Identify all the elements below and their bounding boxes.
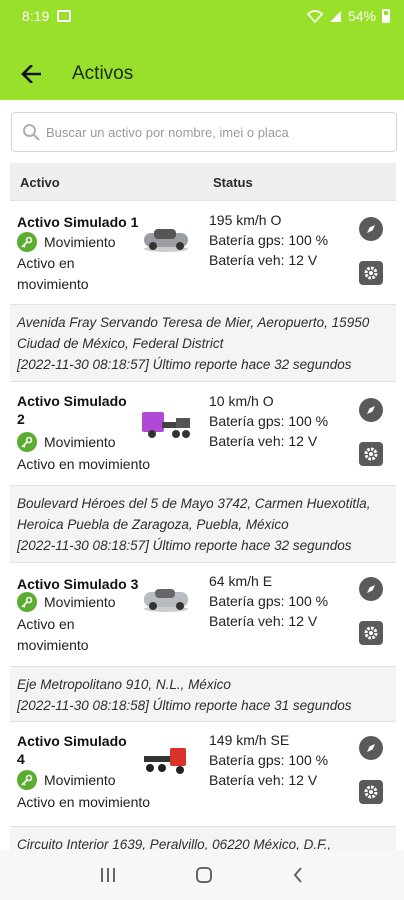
compass-icon — [367, 744, 375, 752]
motion-label: Movimiento — [44, 234, 116, 250]
asset-description: Activo en movimiento — [17, 255, 89, 292]
asset-row[interactable]: Activo Simulado 2 Movimiento Activo en m… — [10, 382, 396, 563]
speed-value: 149 km/h SE — [209, 732, 290, 748]
address-text: Boulevard Héroes del 5 de Mayo 3742, Car… — [17, 496, 371, 532]
battery-icon — [382, 9, 390, 23]
compass-button[interactable] — [359, 217, 383, 241]
speed-value: 64 km/h E — [209, 573, 273, 589]
compass-button[interactable] — [359, 577, 383, 601]
toolbar: Activos — [0, 48, 404, 100]
status-block: 149 km/h SE Batería gps: 100 % Batería v… — [209, 730, 328, 790]
purple-truck-icon — [142, 412, 190, 438]
speed-value: 195 km/h O — [209, 212, 282, 228]
asset-description: Activo en movimiento — [17, 794, 151, 810]
gallery-notification-icon — [57, 10, 72, 22]
asset-row[interactable]: Activo Simulado 4 Movimiento Activo en m… — [10, 722, 396, 867]
motion-status: Movimiento — [17, 592, 116, 612]
motion-label: Movimiento — [44, 434, 116, 450]
motion-status: Movimiento — [17, 232, 116, 252]
gear-icon — [364, 447, 378, 461]
asset-name: Activo Simulado 3 — [17, 576, 139, 592]
status-bar: 8:19 54% — [0, 0, 404, 32]
key-icon — [17, 232, 37, 252]
settings-button[interactable] — [359, 261, 383, 285]
compass-icon — [367, 225, 375, 233]
gear-icon — [364, 266, 378, 280]
status-block: 195 km/h O Batería gps: 100 % Batería ve… — [209, 210, 328, 270]
asset-list[interactable]: Activo Simulado 1 Movimiento Activo en m… — [10, 201, 396, 867]
signal-icon — [329, 10, 341, 22]
asset-name: Activo Simulado 2 — [17, 393, 127, 427]
gps-battery: Batería gps: 100 % — [209, 593, 329, 609]
address-text: Eje Metropolitano 910, N.L., México — [17, 677, 231, 692]
motion-status: Movimiento — [17, 432, 116, 452]
compass-icon — [367, 585, 375, 593]
page-title: Activos — [72, 63, 134, 84]
settings-button[interactable] — [359, 780, 383, 804]
grey-sedan-icon — [144, 229, 188, 252]
gear-icon — [364, 785, 378, 799]
red-truck-icon — [144, 748, 186, 774]
key-icon — [17, 592, 37, 612]
recents-button[interactable] — [100, 868, 115, 882]
battery-percent: 54% — [347, 8, 376, 24]
gear-icon — [364, 626, 378, 640]
motion-label: Movimiento — [44, 772, 116, 788]
address-text: Avenida Fray Servando Teresa de Mier, Ae… — [17, 315, 370, 351]
search-placeholder: Buscar un activo por nombre, imei o plac… — [46, 124, 289, 140]
last-report: [2022-11-30 08:18:57] Último reporte hac… — [17, 357, 352, 372]
system-navigation-bar — [0, 850, 404, 900]
last-report: [2022-11-30 08:18:58] Último reporte hac… — [17, 698, 352, 713]
motion-status: Movimiento — [17, 770, 116, 790]
compass-button[interactable] — [359, 398, 383, 422]
vehicle-battery: Batería veh: 12 V — [209, 433, 318, 449]
asset-row[interactable]: Activo Simulado 1 Movimiento Activo en m… — [10, 201, 396, 382]
back-arrow-icon — [21, 65, 41, 83]
asset-name: Activo Simulado 1 — [17, 214, 139, 230]
status-time: 8:19 — [22, 8, 50, 24]
back-nav-icon[interactable] — [293, 867, 303, 883]
key-icon — [17, 770, 37, 790]
vehicle-battery: Batería veh: 12 V — [209, 613, 318, 629]
search-icon — [23, 124, 40, 141]
gps-battery: Batería gps: 100 % — [209, 413, 329, 429]
gps-battery: Batería gps: 100 % — [209, 232, 329, 248]
speed-value: 10 km/h O — [209, 393, 274, 409]
search-input[interactable]: Buscar un activo por nombre, imei o plac… — [11, 112, 397, 152]
grey-sedan-icon — [144, 589, 188, 612]
settings-button[interactable] — [359, 442, 383, 466]
compass-icon — [367, 406, 375, 414]
last-report: [2022-11-30 08:18:57] Último reporte hac… — [17, 538, 352, 553]
status-block: 10 km/h O Batería gps: 100 % Batería veh… — [209, 391, 328, 451]
asset-description: Activo en movimiento — [17, 456, 151, 472]
asset-name: Activo Simulado 4 — [17, 733, 127, 767]
motion-label: Movimiento — [44, 594, 116, 610]
status-block: 64 km/h E Batería gps: 100 % Batería veh… — [209, 571, 328, 631]
key-icon — [17, 432, 37, 452]
column-header-status: Status — [213, 175, 253, 190]
vehicle-battery: Batería veh: 12 V — [209, 772, 318, 788]
address-block: Eje Metropolitano 910, N.L., México [202… — [10, 666, 396, 721]
address-block: Boulevard Héroes del 5 de Mayo 3742, Car… — [10, 485, 396, 562]
compass-button[interactable] — [359, 736, 383, 760]
address-block: Avenida Fray Servando Teresa de Mier, Ae… — [10, 304, 396, 381]
wifi-icon — [306, 9, 323, 23]
vehicle-battery: Batería veh: 12 V — [209, 252, 318, 268]
back-button[interactable] — [0, 48, 60, 100]
gps-battery: Batería gps: 100 % — [209, 752, 329, 768]
column-header-asset: Activo — [20, 175, 60, 190]
home-button[interactable] — [195, 867, 212, 883]
asset-description: Activo en movimiento — [17, 616, 89, 653]
asset-row[interactable]: Activo Simulado 3 Movimiento Activo en m… — [10, 563, 396, 722]
table-header: Activo Status — [10, 163, 396, 201]
app-bar: 8:19 54% Activos — [0, 0, 404, 100]
settings-button[interactable] — [359, 621, 383, 645]
